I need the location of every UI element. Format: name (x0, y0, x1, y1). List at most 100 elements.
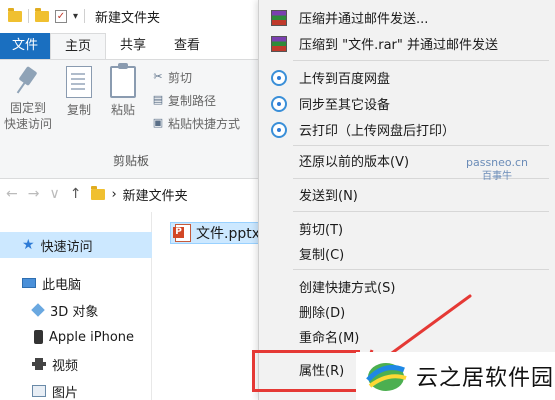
computer-icon (22, 278, 36, 288)
properties-quick-icon[interactable]: ✓ (55, 9, 67, 23)
cut-label: 剪切 (168, 70, 193, 85)
brand-text: 云之居软件园 (416, 366, 555, 391)
menu-item-cut[interactable]: 剪切(T) (259, 215, 555, 241)
cut-button[interactable]: ✂ 剪切 (152, 68, 240, 86)
address-bar[interactable]: › 新建文件夹 (91, 185, 188, 204)
title-separator-2 (84, 9, 86, 23)
paste-button[interactable]: 粘贴 (110, 63, 136, 118)
address-row: ← → ∨ ↑ › 新建文件夹 (0, 180, 262, 208)
menu-label-cut: 剪切(T) (299, 222, 344, 238)
watermark-brand: 百事牛 (481, 171, 512, 182)
nav-item-videos[interactable]: 视频 (0, 351, 152, 377)
breadcrumb-chevron-icon[interactable]: › (111, 187, 116, 202)
star-icon: ★ (22, 237, 35, 253)
nav-item-pictures[interactable]: 图片 (0, 378, 152, 400)
menu-separator (293, 211, 549, 212)
menu-separator (293, 60, 549, 61)
clipboard-group-label: 剪贴板 (112, 154, 149, 168)
properties-highlight-box (252, 350, 360, 392)
file-item-pptx[interactable]: 文件.pptx (170, 222, 262, 244)
menu-label-compress-email: 压缩并通过邮件发送... (299, 11, 429, 27)
new-folder-quick-icon[interactable] (35, 7, 49, 22)
nav-label-quick-access: 快速访问 (40, 239, 93, 255)
menu-item-sync-devices[interactable]: 同步至其它设备 (259, 90, 555, 116)
window-title: 新建文件夹 (95, 10, 161, 26)
nav-item-this-pc[interactable]: 此电脑 (0, 270, 152, 296)
copy-button[interactable]: 复制 (66, 66, 92, 118)
tab-home[interactable]: 主页 (50, 33, 107, 59)
baidu-netdisk-icon (271, 96, 287, 112)
title-bar: ✓ ▾ 新建文件夹 (0, 0, 262, 32)
file-explorer-window: ✓ ▾ 新建文件夹 文件 主页 共享 查看 固定到 快速访问 复制 粘贴 ✂ 剪… (0, 0, 262, 400)
menu-item-upload-baidu[interactable]: 上传到百度网盘 (259, 64, 555, 90)
paste-shortcut-label: 粘贴快捷方式 (168, 116, 241, 131)
folder-icon[interactable] (8, 7, 22, 22)
navigation-pane: ★ 快速访问 此电脑 3D 对象 Apple iPhone 视频 图片 (0, 212, 152, 400)
nav-item-quick-access[interactable]: ★ 快速访问 (0, 232, 152, 258)
menu-label-cloud-print: 云打印（上传网盘后打印） (299, 123, 456, 139)
ribbon-tabs: 文件 主页 共享 查看 (0, 33, 262, 59)
tab-file[interactable]: 文件 (0, 33, 51, 59)
nav-item-apple-iphone[interactable]: Apple iPhone (0, 324, 152, 350)
recent-locations-chevron-icon[interactable]: ∨ (49, 186, 59, 202)
powerpoint-file-icon (173, 224, 191, 242)
menu-label-sync-devices: 同步至其它设备 (299, 97, 391, 113)
menu-label-rename: 重命名(M) (299, 330, 360, 346)
up-arrow-icon[interactable]: ↑ (70, 186, 82, 202)
tab-view[interactable]: 查看 (160, 33, 214, 59)
baidu-netdisk-icon (271, 70, 287, 86)
menu-label-copy: 复制(C) (299, 247, 345, 263)
film-icon (32, 358, 46, 370)
menu-separator (293, 269, 549, 270)
menu-label-upload-baidu: 上传到百度网盘 (299, 71, 391, 87)
menu-item-send-to[interactable]: 发送到(N) (259, 181, 555, 207)
pin-label-line1: 固定到 (10, 101, 47, 115)
customize-toolbar-chevron-icon[interactable]: ▾ (73, 11, 78, 22)
watermark: passneo.cn 百事牛 (466, 156, 528, 184)
paste-shortcut-icon: ▣ (152, 116, 164, 129)
brand-watermark: 云之居软件园 (356, 352, 555, 400)
menu-label-compress-rar-email: 压缩到 "文件.rar" 并通过邮件发送 (299, 37, 499, 53)
phone-icon (34, 330, 43, 344)
breadcrumb-folder[interactable]: 新建文件夹 (123, 185, 188, 204)
copy-label: 复制 (66, 103, 91, 117)
nav-label-3d-objects: 3D 对象 (50, 304, 99, 320)
winrar-icon (271, 10, 287, 26)
pin-label-line2: 快速访问 (4, 117, 53, 131)
paste-shortcut-button[interactable]: ▣ 粘贴快捷方式 (152, 114, 240, 132)
pin-icon (14, 66, 42, 94)
menu-label-send-to: 发送到(N) (299, 188, 358, 204)
nav-label-videos: 视频 (52, 358, 79, 374)
menu-label-restore-versions: 还原以前的版本(V) (299, 154, 410, 170)
picture-icon (32, 385, 46, 397)
file-name: 文件.pptx (196, 226, 260, 242)
menu-item-compress-rar-email[interactable]: 压缩到 "文件.rar" 并通过邮件发送 (259, 30, 555, 56)
pin-to-quick-access-button[interactable]: 固定到 快速访问 (4, 66, 52, 132)
watermark-domain: passneo.cn (466, 156, 528, 169)
ribbon-home: 固定到 快速访问 复制 粘贴 ✂ 剪切 ▤ 复制路径 ▣ 粘贴快捷方式 剪贴板 (0, 59, 262, 179)
forward-arrow-icon[interactable]: → (28, 186, 40, 202)
nav-label-pictures: 图片 (52, 385, 79, 400)
nav-label-this-pc: 此电脑 (42, 277, 82, 293)
brand-logo-icon (366, 363, 407, 391)
menu-label-delete: 删除(D) (299, 305, 346, 321)
address-folder-icon (91, 185, 106, 200)
back-arrow-icon[interactable]: ← (6, 186, 18, 202)
nav-item-3d-objects[interactable]: 3D 对象 (0, 297, 152, 323)
menu-item-cloud-print[interactable]: 云打印（上传网盘后打印） (259, 116, 555, 142)
menu-separator (293, 145, 549, 146)
paste-label: 粘贴 (110, 103, 135, 117)
scissors-icon: ✂ (153, 70, 163, 83)
tab-share[interactable]: 共享 (106, 33, 160, 59)
small-commands: ✂ 剪切 ▤ 复制路径 ▣ 粘贴快捷方式 (152, 68, 240, 132)
menu-item-compress-email[interactable]: 压缩并通过邮件发送... (259, 4, 555, 30)
copy-path-icon: ▤ (152, 93, 164, 106)
nav-label-apple-iphone: Apple iPhone (49, 329, 135, 345)
clipboard-icon (110, 63, 136, 98)
copy-path-button[interactable]: ▤ 复制路径 (152, 91, 240, 109)
copy-path-label: 复制路径 (168, 93, 217, 108)
cube-icon (31, 303, 45, 317)
baidu-netdisk-icon (271, 122, 287, 138)
title-separator (28, 9, 29, 23)
menu-item-copy[interactable]: 复制(C) (259, 240, 555, 266)
